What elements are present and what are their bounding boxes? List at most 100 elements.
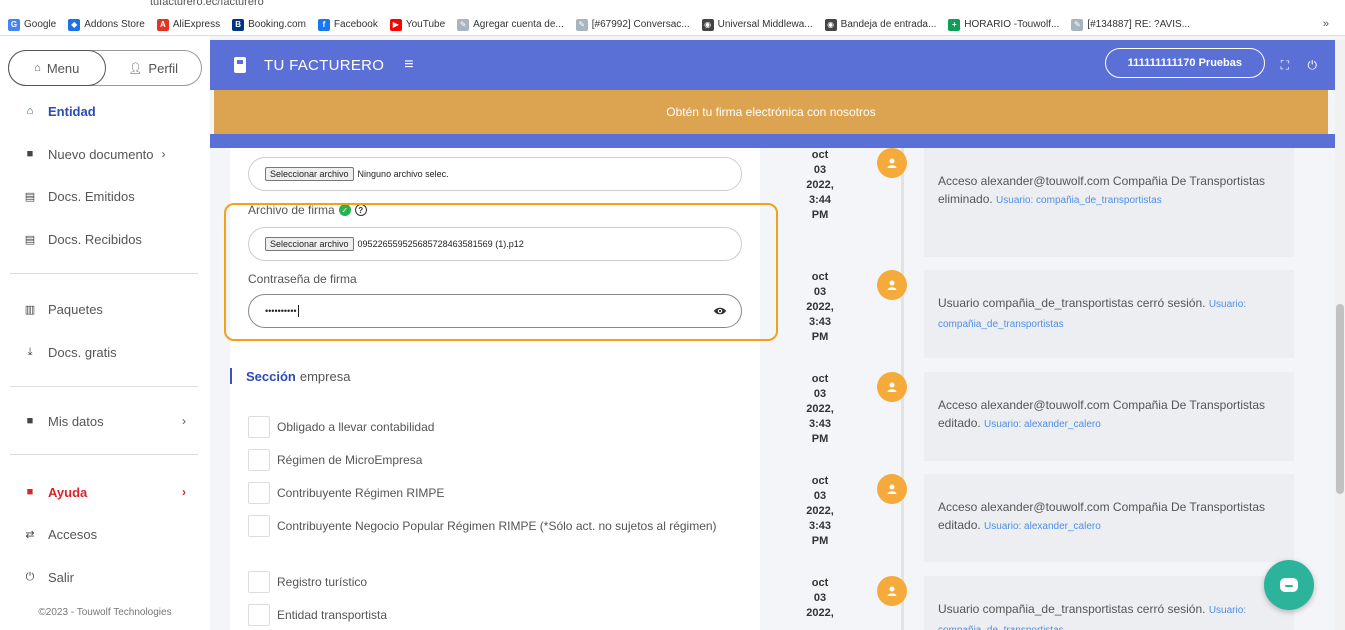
sidebar-item-docs-emitidos[interactable]: ▤ Docs. Emitidos <box>0 176 210 216</box>
sidebar-item-nuevo-documento[interactable]: ■ Nuevo documento › <box>0 134 210 174</box>
sidebar-toggle: ⌂ Menu 👤︎ Perfil <box>8 50 202 86</box>
google-icon: G <box>8 18 20 31</box>
sidebar-item-entidad[interactable]: ⌂ Entidad <box>0 91 210 131</box>
bookmarks-bar: G Google ◆ Addons Store A AliExpress B Booki… <box>0 14 1345 36</box>
user-link[interactable]: Usuario: compañia_de_transportistas <box>996 195 1162 206</box>
sidebar-item-docs-recibidos[interactable]: ▤ Docs. Recibidos <box>0 219 210 259</box>
sidebar-item-ayuda[interactable]: ■ Ayuda › <box>0 472 210 512</box>
hamburger-menu-icon[interactable]: ≡ <box>404 56 413 74</box>
bookmarks-more-button[interactable]: » <box>1323 18 1329 30</box>
checkbox-entidad-transportista[interactable]: Entidad transportista <box>248 604 387 626</box>
signature-highlight-frame <box>224 203 778 341</box>
checkbox-rimpe[interactable]: Contribuyente Régimen RIMPE <box>248 482 444 504</box>
signature-promo-banner[interactable]: Obtén tu firma electrónica con nosotros <box>214 90 1328 134</box>
sidebar: ⌂ Menu 👤︎ Perfil ⌂ Entidad ■ Nuevo docum… <box>0 36 210 630</box>
checkbox-obligado-contabilidad[interactable]: Obligado a llevar contabilidad <box>248 416 434 438</box>
select-file-button[interactable]: Seleccionar archivo <box>265 167 354 181</box>
timeline-card: Acceso alexander@touwolf.com Compañia De… <box>924 148 1294 257</box>
booking-icon: B <box>232 18 245 31</box>
bookmark-booking[interactable]: B Booking.com <box>232 18 306 31</box>
checkbox[interactable] <box>248 416 270 438</box>
plus-square-icon: ■ <box>26 486 34 498</box>
bookmark-addons-store[interactable]: ◆ Addons Store <box>68 18 145 31</box>
file-input-1[interactable]: Seleccionar archivo Ninguno archivo sele… <box>248 157 742 191</box>
section-empresa-title: Sección empresa <box>230 368 350 384</box>
pencil-icon: ✎ <box>457 18 470 31</box>
bookmark-aviso[interactable]: ✎ [#134887] RE: ?AVIS... <box>1071 18 1190 31</box>
chevron-right-icon: › <box>182 414 186 428</box>
brand-title: TU FACTURERO <box>264 56 385 74</box>
chat-button[interactable] <box>1264 560 1314 610</box>
checkbox-registro-turistico[interactable]: Registro turístico <box>248 571 367 593</box>
sidebar-item-paquetes[interactable]: ▥ Paquetes <box>0 289 210 329</box>
pencil-icon: ✎ <box>575 18 588 31</box>
pencil-icon: ✎ <box>1071 18 1084 31</box>
checkbox[interactable] <box>248 449 270 471</box>
swap-icon: ⇄ <box>25 528 35 541</box>
timeline-date: oct 03 2022, 3:43 PM <box>806 373 834 445</box>
timeline-card: Acceso alexander@touwolf.com Compañia De… <box>924 372 1294 461</box>
sidebar-item-accesos[interactable]: ⇄ Accesos <box>0 514 210 554</box>
nav-divider <box>10 454 198 455</box>
checkbox[interactable] <box>248 571 270 593</box>
checkbox[interactable] <box>248 482 270 504</box>
timeline-date: oct 03 2022, 3:44 PM <box>806 149 834 221</box>
menu-tab[interactable]: ⌂ Menu <box>8 50 106 86</box>
facebook-icon: f <box>317 18 330 31</box>
sidebar-item-docs-gratis[interactable]: ⤓ Docs. gratis <box>0 332 210 372</box>
timeline-card: Usuario compañia_de_transportistas cerró… <box>924 576 1294 630</box>
globe-icon: ◉ <box>701 18 714 31</box>
user-link[interactable]: Usuario: alexander_calero <box>984 419 1101 430</box>
bookmark-conversacion[interactable]: ✎ [#67992] Conversac... <box>575 18 690 31</box>
bars-icon: ▥ <box>24 303 36 316</box>
timeline-date: oct 03 2022, 3:43 PM <box>806 271 834 343</box>
plus-square-icon: ■ <box>26 415 34 427</box>
checkbox-negocio-popular-rimpe[interactable]: Contribuyente Negocio Popular Régimen RI… <box>248 515 717 537</box>
clipboard-icon: ▤ <box>24 190 36 203</box>
power-icon: ⏻ <box>25 570 35 583</box>
sidebar-item-mis-datos[interactable]: ■ Mis datos › <box>0 401 210 441</box>
app-logo-icon <box>234 57 246 73</box>
power-icon[interactable]: ⏻ <box>1308 58 1318 73</box>
home-icon: ⌂ <box>26 105 34 117</box>
bookmark-youtube[interactable]: ▶ YouTube <box>389 18 445 31</box>
bookmark-facebook[interactable]: f Facebook <box>317 18 378 31</box>
account-button[interactable]: 111111111170 Pruebas <box>1104 48 1265 78</box>
home-icon: ⌂ <box>34 62 41 74</box>
timeline-date: oct 03 2022, 3:43 PM <box>806 475 834 547</box>
checkbox-microempresa[interactable]: Régimen de MicroEmpresa <box>248 449 422 471</box>
activity-timeline: oct 03 2022, 3:44 PM Acceso alexander@touwol… <box>784 148 1324 630</box>
bookmark-bandeja-entrada[interactable]: ◉ Bandeja de entrada... <box>824 18 936 31</box>
banner-frame <box>210 134 1335 148</box>
page-scrollbar[interactable] <box>1335 40 1345 630</box>
timeline-date: oct 03 2022, <box>806 577 834 619</box>
nav-divider <box>10 273 198 274</box>
clipboard-icon: ▤ <box>24 233 36 246</box>
bookmark-google[interactable]: G Google <box>8 18 56 31</box>
browser-address-bar[interactable]: tufacturero.ec/facturero <box>0 0 1345 14</box>
chat-icon <box>1280 578 1298 592</box>
checkbox[interactable] <box>248 604 270 626</box>
plus-square-icon: ■ <box>26 148 34 160</box>
chevron-right-icon: › <box>182 485 186 499</box>
sidebar-item-salir[interactable]: ⏻ Salir <box>0 557 210 597</box>
bookmark-agregar-cuenta[interactable]: ✎ Agregar cuenta de... <box>457 18 564 31</box>
url-text: tufacturero.ec/facturero <box>150 0 264 8</box>
user-avatar-icon <box>877 372 907 402</box>
profile-tab[interactable]: 👤︎ Perfil <box>106 61 202 76</box>
fullscreen-icon[interactable]: ⛶ <box>1281 58 1289 73</box>
user-avatar-icon <box>877 474 907 504</box>
copyright-text: ©2023 - Touwolf Technologies <box>38 607 172 618</box>
bookmark-horario[interactable]: + HORARIO -Touwolf... <box>948 18 1059 31</box>
user-avatar-icon <box>877 148 907 178</box>
bookmark-universal-middleware[interactable]: ◉ Universal Middlewa... <box>701 18 813 31</box>
user-link[interactable]: Usuario: alexander_calero <box>984 521 1101 532</box>
checkbox[interactable] <box>248 515 270 537</box>
user-icon: 👤︎ <box>128 62 143 75</box>
globe-icon: ◉ <box>824 18 837 31</box>
timeline-card: Acceso alexander@touwolf.com Compañia De… <box>924 474 1294 562</box>
sheets-icon: + <box>948 18 961 31</box>
bookmark-aliexpress[interactable]: A AliExpress <box>156 18 220 31</box>
scrollbar-thumb[interactable] <box>1336 304 1344 494</box>
aliexpress-icon: A <box>156 18 169 31</box>
